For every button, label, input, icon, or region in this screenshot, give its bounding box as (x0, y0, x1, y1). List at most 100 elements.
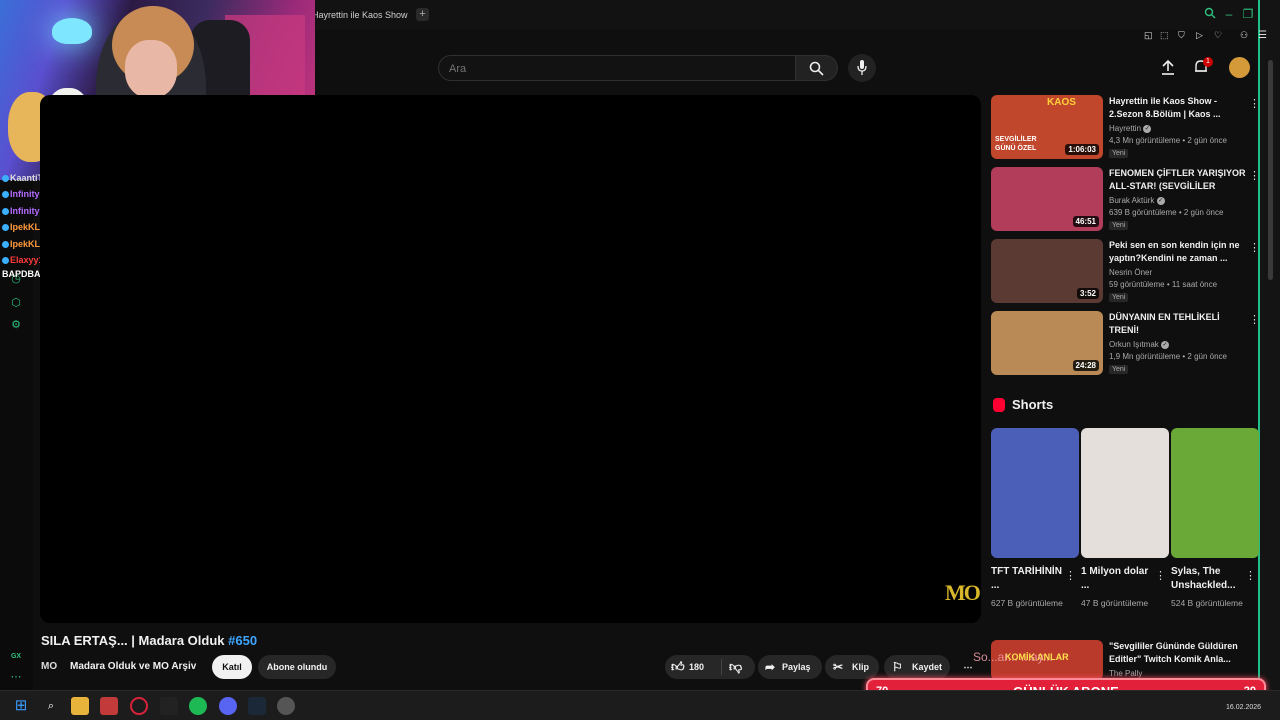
verified-icon: ✓ (1143, 124, 1152, 133)
more-vertical-icon[interactable]: ⋮ (1245, 569, 1256, 582)
video-player[interactable] (40, 95, 981, 623)
video-title: SILA ERTAŞ... | Madara Olduk #650 (41, 633, 257, 648)
video-duration: 24:28 (1072, 360, 1099, 371)
search-icon[interactable]: ⌕ (42, 697, 60, 715)
bookmark-icon: ⚐ (892, 660, 903, 674)
play-icon[interactable]: ▷ (1196, 30, 1203, 41)
thumbs-down-icon[interactable]: 👎︎ (729, 655, 742, 679)
steam-icon[interactable] (248, 697, 266, 715)
app-icon[interactable] (100, 697, 118, 715)
channel-name[interactable]: Burak Aktürk (1109, 196, 1154, 205)
channel-name[interactable]: Orkun Işıtmak (1109, 340, 1159, 349)
menu-icon[interactable]: ☰ (1258, 30, 1267, 41)
more-vertical-icon[interactable]: ⋮ (1155, 569, 1166, 582)
more-vertical-icon[interactable]: ⋮ (1249, 169, 1260, 182)
browser-side-strip (1258, 0, 1280, 690)
browser-tab[interactable]: Hayrettin ile Kaos Show (312, 6, 408, 24)
search-icon[interactable] (1203, 7, 1217, 21)
channel-avatar[interactable]: MO (41, 657, 61, 677)
discord-icon[interactable] (219, 697, 237, 715)
video-duration: 46:51 (1072, 216, 1099, 227)
recommendation-item[interactable]: 3:52 Peki sen en son kendin için ne yaptı… (991, 239, 1260, 305)
more-vertical-icon[interactable]: ⋮ (1249, 241, 1260, 254)
short-views: 524 B görüntüleme (1171, 598, 1243, 608)
view-count: 4,3 Mn görüntüleme (1109, 136, 1181, 145)
video-title-text: SILA ERTAŞ... | Madara Olduk (41, 633, 225, 648)
share-label: Paylaş (782, 662, 811, 672)
recommendation-item[interactable]: SEVGİLİLER GÜNÜ ÖZEL KAOS 1:06:03 Hayrettin… (991, 95, 1260, 161)
short-views: 47 B görüntüleme (1081, 598, 1149, 608)
shorts-icon (993, 398, 1005, 412)
thumbnail-logo: KAOS (1047, 97, 1076, 108)
opera-gx-icon[interactable] (130, 697, 148, 715)
short-title: Sylas, The Unshackled... (1171, 566, 1236, 591)
screenshot-icon[interactable]: ⬚ (1160, 30, 1169, 41)
settings-icon[interactable]: ⚙ (9, 318, 23, 332)
microphone-icon (857, 60, 867, 75)
chat-badge-icon (2, 224, 9, 232)
windows-start-icon[interactable]: ⊞ (12, 697, 30, 715)
short-thumbnail (1171, 428, 1259, 558)
view-count: 59 görüntüleme (1109, 280, 1165, 289)
clip-label: Klip (852, 662, 869, 672)
share-button[interactable]: ➦ Paylaş (758, 655, 822, 679)
verified-icon: ✓ (1161, 340, 1170, 349)
channel-name[interactable]: Nesrin Öner (1109, 268, 1152, 277)
profile-icon[interactable]: ⚇ (1240, 30, 1248, 41)
channel-name[interactable]: Madara Olduk ve MO Arşiv (70, 661, 196, 672)
more-vertical-icon[interactable]: ⋮ (1065, 569, 1076, 582)
like-button[interactable]: 👍︎ 180 👎︎ (665, 655, 755, 679)
browser-extension-bar: ◱ ⬚ ⛉ ▷ ♡ ⚇ ☰ (1140, 30, 1267, 44)
shorts-heading: Shorts (1012, 397, 1054, 412)
recommendation-channel: Hayrettin ✓ (1109, 124, 1152, 133)
stream-app-icon[interactable] (160, 697, 178, 715)
recommendation-item[interactable]: 24:28 DÜNYANIN EN TEHLİKELİ TRENİ! Orkun I… (991, 311, 1260, 377)
subscribed-button[interactable]: Abone olundu (258, 655, 336, 679)
share-icon: ➦ (765, 660, 776, 674)
chat-badge-icon (2, 241, 9, 249)
upload-age: 2 gün önce (1183, 208, 1224, 217)
clip-button[interactable]: ✂ Klip (825, 655, 879, 679)
streamer-face (125, 40, 177, 98)
lamp (52, 18, 92, 44)
minimize-icon[interactable]: – (1222, 7, 1236, 21)
video-duration: 1:06:03 (1065, 144, 1099, 155)
extensions-icon[interactable]: ⬡ (9, 296, 23, 310)
file-explorer-icon[interactable] (71, 697, 89, 715)
more-icon[interactable]: ⋯ (9, 670, 23, 684)
chat-badge-icon (2, 191, 9, 199)
video-hashtag[interactable]: #650 (228, 633, 257, 648)
bookmark-icon[interactable]: ◱ (1144, 30, 1153, 41)
search-box[interactable] (438, 55, 796, 81)
search-input[interactable] (449, 61, 779, 76)
save-button[interactable]: ⚐ Kaydet (884, 655, 950, 679)
new-tab-button[interactable]: + (416, 8, 429, 21)
channel-name[interactable]: Hayrettin (1109, 124, 1141, 133)
notifications-button[interactable]: 1 (1193, 57, 1215, 77)
recommendation-channel: The Pally (1109, 669, 1143, 678)
video-thumbnail: 3:52 (991, 239, 1103, 303)
avatar[interactable] (1229, 57, 1250, 78)
scrollbar-thumb[interactable] (1268, 60, 1273, 280)
recommendation-title: FENOMEN ÇİFTLER YARIŞIYOR ALL-STAR! (SEV… (1109, 168, 1246, 191)
short-views: 627 B görüntüleme (991, 598, 1063, 608)
recommendation-meta: 1,9 Mn görüntüleme • 2 gün önce (1109, 352, 1227, 361)
more-vertical-icon[interactable]: ⋮ (1249, 313, 1260, 326)
spotify-icon[interactable] (189, 697, 207, 715)
more-vertical-icon[interactable]: ⋮ (1249, 97, 1260, 110)
restore-icon[interactable]: ❐ (1241, 7, 1255, 21)
recommendation-item[interactable]: 46:51 FENOMEN ÇİFTLER YARIŞIYOR ALL-STAR!… (991, 167, 1260, 233)
voice-search-button[interactable] (848, 54, 876, 82)
video-thumbnail: 46:51 (991, 167, 1103, 231)
search-button[interactable] (796, 55, 838, 81)
video-duration: 3:52 (1076, 288, 1099, 299)
save-label: Kaydet (912, 662, 943, 672)
heart-icon[interactable]: ♡ (1214, 30, 1222, 41)
join-button[interactable]: Katıl (212, 655, 252, 679)
new-badge: Yeni (1109, 149, 1129, 158)
upload-icon[interactable] (1160, 59, 1176, 80)
app-icon[interactable] (277, 697, 295, 715)
shield-icon[interactable]: ⛉ (1178, 30, 1185, 41)
chat-badge-icon (2, 208, 9, 216)
divider (721, 659, 722, 675)
